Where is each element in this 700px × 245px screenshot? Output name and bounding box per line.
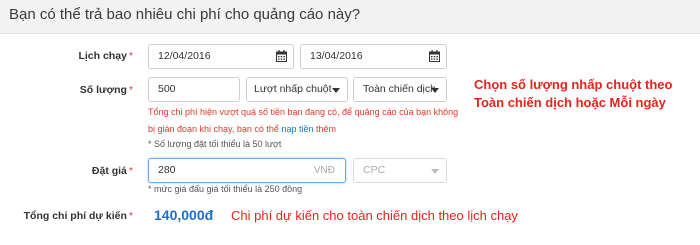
bid-value: 280: [158, 164, 176, 176]
schedule-label: Lịch chạy *: [78, 50, 133, 62]
section-header: Bạn có thể trả bao nhiêu chi phí cho quả…: [0, 0, 700, 34]
end-date-input[interactable]: 13/04/2016: [300, 44, 447, 69]
total-label: Tổng chi phí dự kiến *: [23, 210, 133, 222]
quantity-label: Số lượng *: [79, 84, 133, 96]
budget-warning-line2: bị gián đoạn khi chạy, bạn có thể nạp ti…: [148, 124, 337, 134]
section-title: Bạn có thể trả bao nhiêu chi phí cho quả…: [9, 6, 361, 23]
bid-input[interactable]: 280 VNĐ: [148, 158, 346, 183]
bid-type-value: CPC: [363, 164, 386, 176]
start-date-input[interactable]: 12/04/2016: [148, 44, 294, 69]
quantity-input[interactable]: 500: [148, 77, 240, 102]
total-annotation: Chi phí dự kiến cho toàn chiến dịch theo…: [231, 208, 518, 223]
bid-label: Đặt giá *: [91, 165, 133, 177]
calendar-icon[interactable]: [429, 50, 440, 62]
bid-unit: VNĐ: [313, 165, 335, 176]
bid-hint: * mức giá đấu giá tối thiểu là 250 đồng: [148, 184, 303, 194]
topup-link[interactable]: nạp tiền: [281, 124, 313, 134]
end-date-value: 13/04/2016: [310, 50, 363, 62]
total-cost-value: 140,000đ: [154, 207, 214, 223]
scope-select[interactable]: Toàn chiến dịch: [353, 77, 447, 102]
quantity-hint: * Số lượng đặt tối thiểu là 50 lượt: [148, 139, 282, 149]
start-date-value: 12/04/2016: [158, 50, 211, 62]
metric-select-value: Lượt nhấp chuột: [254, 83, 332, 95]
chevron-down-icon: [431, 169, 439, 174]
budget-warning-line1: Tổng chi phí hiện vượt quá số tiền bạn đ…: [148, 107, 459, 117]
chevron-down-icon: [431, 88, 439, 93]
quantity-value: 500: [158, 83, 176, 95]
quantity-annotation-line1: Chọn số lượng nhấp chuột theo: [474, 77, 673, 92]
quantity-annotation-line2: Toàn chiến dịch hoặc Mỗi ngày: [474, 95, 666, 110]
scope-select-value: Toàn chiến dịch: [363, 83, 436, 95]
chevron-down-icon: [332, 88, 340, 93]
metric-select[interactable]: Lượt nhấp chuột: [246, 77, 348, 102]
calendar-icon[interactable]: [276, 50, 287, 62]
bid-type-select[interactable]: CPC: [353, 158, 447, 183]
